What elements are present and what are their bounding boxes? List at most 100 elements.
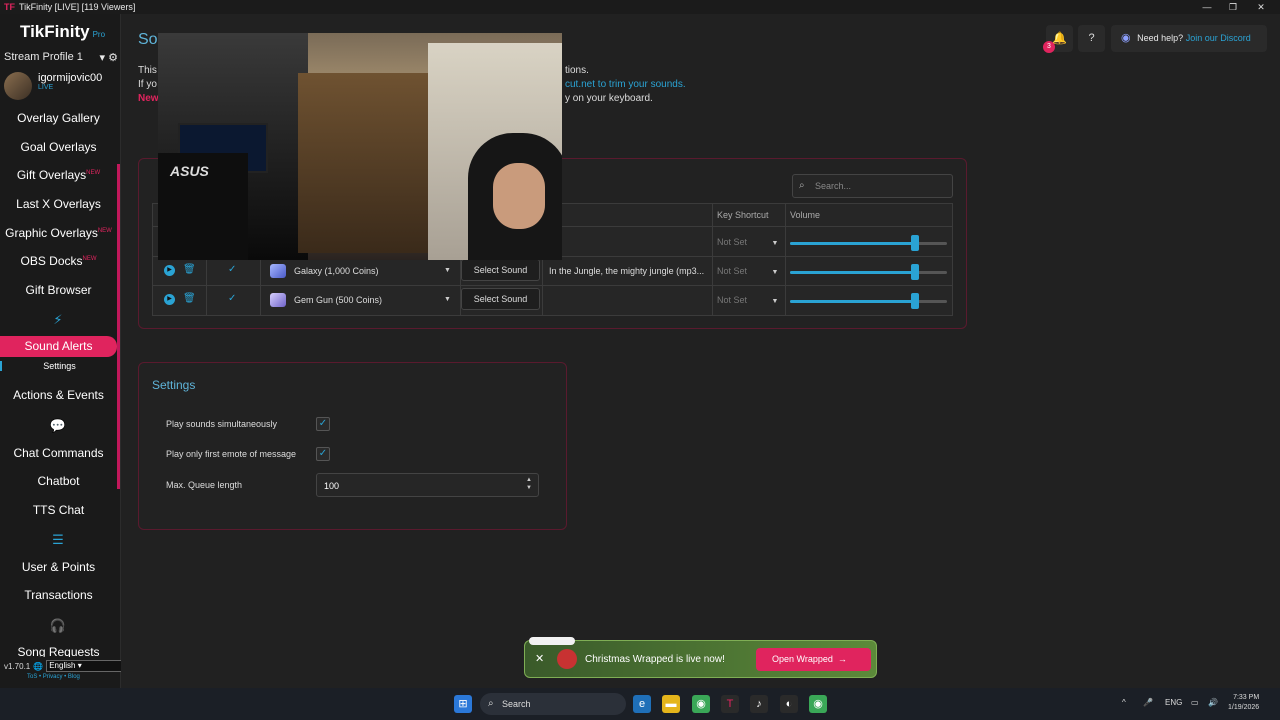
clock[interactable]: 7:33 PM 1/19/2026 [1228,693,1259,713]
play-icon[interactable]: ▶ [164,294,175,305]
gear-icon[interactable]: ⚙ [108,52,118,64]
sidebar-item-overlay-gallery[interactable]: Overlay Gallery [0,111,117,125]
settings-title: Settings [152,378,196,392]
sidebar-item-transactions[interactable]: Transactions [0,588,117,602]
close-button[interactable]: ✕ [1249,0,1273,14]
enabled-checkbox[interactable]: ✓ [228,265,238,275]
sidebar-item-graphic-overlays[interactable]: Graphic OverlaysNEW [0,226,117,240]
sidebar-scrollbar[interactable] [117,164,120,489]
gem-gun-gift-icon [270,293,286,307]
maximize-button[interactable]: ❐ [1221,0,1245,14]
sidebar-item-last-x-overlays[interactable]: Last X Overlays [0,197,117,211]
trash-icon[interactable]: 🗑 [183,264,196,275]
shortcut-select[interactable]: Not Set ▼ [717,237,778,247]
column-header-key-shortcut[interactable]: Key Shortcut [717,204,769,226]
sound-filename: In the Jungle, the mighty jungle (mp3... [549,266,705,276]
discord-link[interactable]: Join our Discord [1186,33,1251,43]
sidebar: TikFinity Pro Stream Profile 1 ▾ ⚙ igormi… [0,14,127,688]
language-select[interactable]: English ▾ [46,660,127,672]
select-sound-button[interactable]: Select Sound [461,259,540,281]
sidebar-item-user-points[interactable]: User & Points [0,560,117,574]
column-header-volume[interactable]: Volume [790,204,820,226]
search-icon: ⌕ [799,180,805,191]
avatar [4,72,32,100]
asus-logo: ASUS [170,163,209,179]
sidebar-item-chat-commands[interactable]: Chat Commands [0,446,117,460]
intro-text: This If yo New [138,65,159,104]
profile-selector[interactable]: Stream Profile 1 ▾ ⚙ [4,51,118,64]
sidebar-item-tts-chat[interactable]: TTS Chat [0,503,117,517]
gift-select[interactable] [270,264,286,280]
christmas-toast: ✕ Christmas Wrapped is live now! Open Wr… [524,637,877,678]
discord-help-button[interactable]: ◉ Need help? Join our Discord [1111,25,1267,52]
page-title: So [138,31,158,48]
sidebar-item-goal-overlays[interactable]: Goal Overlays [0,140,117,154]
help-icon[interactable]: ? [1078,25,1105,52]
language-indicator[interactable]: ENG [1165,698,1182,707]
close-icon[interactable]: ✕ [535,652,544,665]
network-icon[interactable]: ▭ [1191,698,1199,707]
settings-panel: Settings Play sounds simultaneously ✓ Pl… [138,362,567,530]
volume-slider-thumb[interactable] [911,235,919,251]
max-queue-input[interactable]: 100 ▲ ▼ [316,473,539,497]
windows-start-icon[interactable]: ⊞ [454,695,472,713]
app-logo-icon: TF [4,2,15,12]
volume-slider-thumb[interactable] [911,293,919,309]
tikfinity-icon[interactable]: T [721,695,739,713]
sidebar-item-actions-events[interactable]: Actions & Events [0,388,117,402]
shortcut-select[interactable]: Not Set ▼ [717,266,778,276]
open-wrapped-button[interactable]: Open Wrapped → [756,648,871,671]
enabled-checkbox[interactable]: ✓ [228,294,238,304]
sidebar-item-gift-overlays[interactable]: Gift OverlaysNEW [0,168,117,182]
brand-logo: TikFinity Pro [20,22,106,41]
profile-controls: ▾ ⚙ [99,52,118,64]
new-badge: NEW [97,228,112,234]
select-sound-button[interactable]: Select Sound [461,288,540,310]
number-stepper[interactable]: ▲ ▼ [526,476,532,492]
play-simultaneously-checkbox[interactable]: ✓ [316,417,330,431]
footer-links[interactable]: ToS • Privacy • Blog [27,674,80,680]
sidebar-item-chatbot[interactable]: Chatbot [0,474,117,488]
sidebar-item-song-requests[interactable]: Song Requests [0,645,117,657]
sidebar-item-gift-browser[interactable]: Gift Browser [0,283,117,297]
user-card: igormijovic00 LIVE [4,72,102,100]
minimize-button[interactable]: — [1195,0,1219,14]
search-icon: ⌕ [488,698,494,709]
gift-name: Gem Gun (500 Coins) [294,295,383,305]
trim-link[interactable]: cut.net to trim your sounds. [565,79,686,90]
version-label: v1.70.1 [4,661,31,671]
headphones-icon: 🎧 [49,618,67,633]
trash-icon[interactable]: 🗑 [183,293,196,304]
taskbar-app-icon[interactable]: ◐ [780,695,798,713]
max-queue-label: Max. Queue length [166,480,243,490]
search-input[interactable]: ⌕ Search... [792,174,953,198]
chrome-icon[interactable]: ◉ [809,695,827,713]
sidebar-item-sound-alerts[interactable]: Sound Alerts [0,336,117,357]
lightning-icon: ⚡ [53,312,63,327]
file-explorer-icon[interactable]: ▬ [662,695,680,713]
new-badge: NEW [82,256,97,262]
volume-icon[interactable]: 🔊 [1208,698,1218,707]
microphone-icon[interactable]: 🎤 [1143,698,1153,707]
chevron-down-icon[interactable]: ▼ [444,267,451,274]
taskbar-app-icon[interactable]: ♪ [750,695,768,713]
chrome-icon[interactable]: ◉ [692,695,710,713]
globe-icon: 🌐 [33,661,44,671]
first-emote-checkbox[interactable]: ✓ [316,447,330,461]
sidebar-item-obs-docks[interactable]: OBS DocksNEW [0,254,117,268]
volume-slider-thumb[interactable] [911,264,919,280]
chevron-up-icon[interactable]: ^ [1122,698,1126,707]
chat-bubbles-icon: 💬 [49,418,67,433]
taskbar-search[interactable]: ⌕ Search [480,693,626,715]
shortcut-select[interactable]: Not Set ▼ [717,295,778,305]
chevron-down-icon[interactable]: ▼ [444,296,451,303]
toast-message: Christmas Wrapped is live now! [585,654,725,665]
gift-select[interactable] [270,293,286,309]
webcam-overlay: ASUS [158,33,562,260]
edge-icon[interactable]: e [633,695,651,713]
window-title: TikFinity [LIVE] [119 Viewers] [19,2,136,12]
notification-badge: 3 [1043,41,1055,53]
play-icon[interactable]: ▶ [164,265,175,276]
sidebar-subitem-settings[interactable]: Settings [0,361,117,371]
first-emote-label: Play only first emote of message [166,449,297,459]
